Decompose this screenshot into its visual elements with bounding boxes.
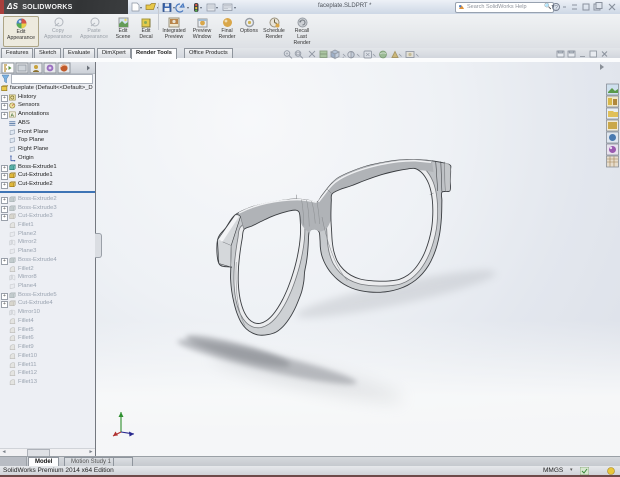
svg-text:▾: ▾ bbox=[173, 5, 175, 10]
svg-text:A: A bbox=[10, 112, 14, 118]
svg-text:▾: ▾ bbox=[187, 5, 189, 10]
svg-text:▾: ▾ bbox=[234, 5, 236, 10]
svg-text:?: ? bbox=[554, 4, 558, 11]
svg-text:▾: ▾ bbox=[140, 5, 142, 10]
svg-text:▾: ▾ bbox=[200, 5, 202, 10]
svg-text:▾: ▾ bbox=[216, 5, 218, 10]
